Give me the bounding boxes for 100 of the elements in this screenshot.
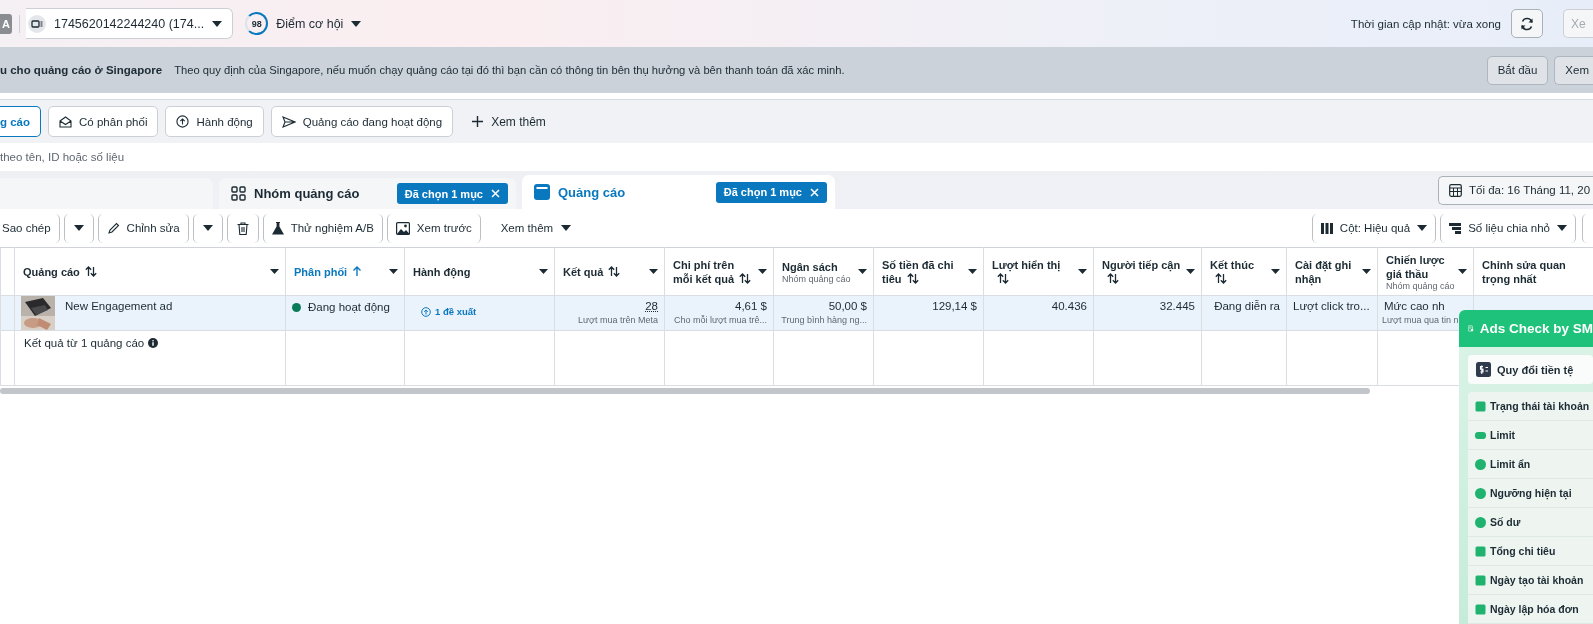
column-header[interactable]: Người tiếp cận xyxy=(1094,248,1201,295)
selection-chip[interactable]: Đã chọn 1 mục xyxy=(715,181,827,203)
toolbar-button[interactable]: Thử nghiệm A/B xyxy=(262,213,383,243)
table-cell: 32.445 xyxy=(1159,300,1195,312)
info-icon xyxy=(148,338,159,348)
cell-caption: Lượt mua trên Meta xyxy=(578,315,658,325)
update-time-text: Thời gian cập nhật: vừa xong xyxy=(1350,17,1501,30)
level-tab[interactable]: Nhóm quảng cáo Đã chọn 1 mục xyxy=(219,178,516,209)
caret-icon xyxy=(1186,269,1195,274)
toolbar-button[interactable]: Sao chép xyxy=(0,213,60,243)
ad-name[interactable]: New Engagement ad xyxy=(65,300,173,312)
opportunity-score-button[interactable]: 98 Điểm cơ hội xyxy=(245,12,362,35)
envelope-icon xyxy=(59,115,73,128)
column-header[interactable]: Cài đặt ghi nhận xyxy=(1287,248,1377,295)
panel-item[interactable]: Limit ẩn xyxy=(1468,450,1593,479)
panel-title: Ads Check by SM xyxy=(1479,321,1593,336)
currency-convert-button[interactable]: Quy đổi tiền tệ xyxy=(1468,355,1593,384)
caret-icon xyxy=(73,225,84,231)
cell-caption: Lượt mua qua tin n xyxy=(1382,315,1459,325)
status-text: Đang hoạt động xyxy=(308,301,390,313)
sort-icon xyxy=(997,272,1009,284)
column-header[interactable]: Kết thúc xyxy=(1202,248,1286,295)
recommendation-link[interactable]: 1 đề xuất xyxy=(421,306,477,317)
filter-chip[interactable]: Hành động xyxy=(165,106,264,137)
banner-button[interactable]: Bắt đầu xyxy=(1486,55,1549,85)
table-cell: Lượt click tro... xyxy=(1293,300,1370,312)
caret-icon xyxy=(1271,269,1280,274)
account-selector[interactable]: 1745620142244240 (174... xyxy=(26,8,234,39)
sort-icon xyxy=(739,272,752,284)
panel-item[interactable]: Trạng thái tài khoản xyxy=(1468,392,1593,421)
toolbar-button[interactable]: Chỉnh sửa xyxy=(97,213,189,243)
more-menu-button[interactable]: Xem thêm xyxy=(494,221,578,235)
sort-icon xyxy=(906,272,919,284)
tab-label: Nhóm quảng cáo xyxy=(254,186,360,201)
panel-item[interactable]: Limit xyxy=(1468,421,1593,450)
refresh-icon xyxy=(1520,16,1534,31)
caret-icon xyxy=(649,269,658,274)
caret-icon xyxy=(968,269,977,274)
filter-chip[interactable]: Quảng cáo đang hoạt động xyxy=(270,106,454,137)
column-header[interactable]: Lượt hiển thị xyxy=(984,248,1093,295)
column-header[interactable]: Ngân sách Nhóm quảng cáo xyxy=(774,248,873,295)
panel-item[interactable]: Tổng chi tiêu xyxy=(1468,537,1593,566)
arrow-circle-icon xyxy=(176,115,190,128)
panel-item[interactable]: Ngưỡng hiện tại xyxy=(1468,479,1593,508)
column-header[interactable]: Hành động xyxy=(405,248,554,295)
selection-chip[interactable]: Đã chọn 1 mục xyxy=(396,183,508,204)
toolbar-button[interactable]: Xem trước xyxy=(386,213,481,243)
caret-icon xyxy=(1557,225,1567,231)
account-icon xyxy=(28,14,46,33)
ad-icon xyxy=(534,184,550,200)
arrow-circle-icon xyxy=(421,306,431,317)
more-filters-button[interactable]: Xem thêm xyxy=(466,113,552,130)
column-header[interactable]: Phân phối xyxy=(286,248,404,295)
toolbar-button[interactable]: Cột: Hiệu quả xyxy=(1311,213,1437,243)
image-icon xyxy=(395,221,410,235)
caret-icon xyxy=(1458,269,1467,274)
caret-icon xyxy=(212,20,223,27)
table-cell: Mức cao nh xyxy=(1384,300,1445,312)
column-header[interactable]: Chỉnh sửa quan trọng nhất xyxy=(1474,248,1593,295)
sort-icon xyxy=(84,265,97,277)
table-cell: 4,61 $ xyxy=(735,300,767,312)
banner-button[interactable]: Xem xyxy=(1554,55,1593,85)
filter-chip[interactable]: Có phân phối xyxy=(48,106,159,137)
panel-item[interactable]: Ngày lập hóa đơn xyxy=(1468,595,1593,624)
caret-icon xyxy=(758,269,767,274)
column-header[interactable]: Chiến lược giá thầu Nhóm quảng cáo xyxy=(1378,248,1473,295)
panel-item[interactable]: Ngày tạo tài khoản xyxy=(1468,566,1593,595)
column-header[interactable]: Kết quả xyxy=(555,248,664,295)
date-range-button[interactable]: Tối đa: 16 Tháng 11, 20 xyxy=(1438,175,1593,205)
banner-title: u cho quảng cáo ở Singapore xyxy=(0,64,163,76)
grid-icon xyxy=(231,186,246,201)
breakdown-icon xyxy=(1449,222,1462,234)
caret-icon xyxy=(561,225,572,231)
panel-item[interactable]: Số dư xyxy=(1468,508,1593,537)
sort-icon xyxy=(1107,272,1119,284)
banner-text: Theo quy định của Singapore, nếu muốn chạy quảng cáo tại đó thì bạn cần có thông tin bên thụ hưởng và bên thanh toán đã xác minh. xyxy=(174,64,845,76)
cell-caption: Cho mỗi lượt mua trê... xyxy=(674,315,767,325)
flask-icon xyxy=(271,221,284,235)
column-header[interactable]: Quảng cáo xyxy=(15,248,285,295)
caret-icon xyxy=(389,269,398,274)
caret-icon xyxy=(202,225,213,231)
table-cell: 28 xyxy=(645,300,658,312)
table-cell: Đang diễn ra xyxy=(1214,300,1280,312)
table-cell: 129,14 $ xyxy=(932,300,977,312)
pencil-icon xyxy=(106,221,120,235)
send-icon xyxy=(281,115,296,128)
filter-chip[interactable]: g cáo xyxy=(0,106,42,137)
sort-icon xyxy=(608,265,621,277)
trash-icon xyxy=(236,221,249,235)
level-tab[interactable]: Quảng cáo Đã chọn 1 mục xyxy=(522,175,835,209)
account-badge: A xyxy=(0,13,12,34)
sort-icon xyxy=(1215,272,1227,284)
toolbar-button[interactable]: Số liệu chia nhỏ xyxy=(1440,213,1576,243)
column-header[interactable]: Chi phí trên mỗi kết quả xyxy=(665,248,773,295)
close-icon xyxy=(810,187,819,197)
caret-icon xyxy=(1362,269,1371,274)
column-header[interactable]: Số tiền đã chi tiêu xyxy=(874,248,983,295)
refresh-button[interactable] xyxy=(1511,9,1543,38)
scrollbar-thumb[interactable] xyxy=(0,388,1370,394)
search-field[interactable]: theo tên, ID hoặc số liệu xyxy=(0,151,300,163)
